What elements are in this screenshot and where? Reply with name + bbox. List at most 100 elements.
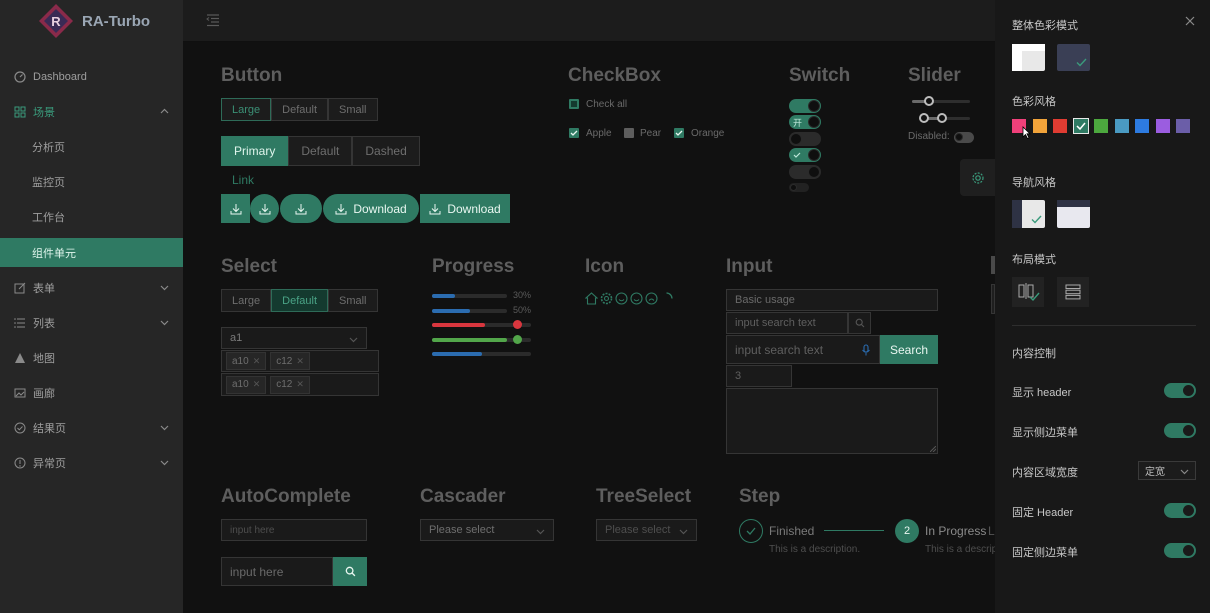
color-swatch[interactable] [1135, 119, 1149, 133]
layout-top-option[interactable] [1057, 277, 1089, 307]
select-size-default[interactable]: Default [271, 289, 328, 312]
autocomplete-search-input[interactable]: input here [221, 557, 333, 586]
check-icon [570, 130, 578, 136]
size-default-button[interactable]: Default [271, 98, 328, 121]
treeselect-select[interactable]: Please select [596, 519, 697, 541]
fixed-sidebar-toggle[interactable] [1164, 543, 1196, 558]
size-large-button[interactable]: Large [221, 98, 272, 121]
section-title-select: Select [221, 256, 277, 277]
step-next-clip: L [988, 524, 995, 538]
download-round-text-button[interactable]: Download [323, 194, 419, 223]
color-swatch[interactable] [1155, 119, 1170, 133]
layout-side-option[interactable] [1012, 277, 1044, 307]
select-tag[interactable]: c12 ✕ [270, 375, 310, 394]
menu-item-components[interactable]: 组件单元 [0, 238, 183, 267]
menu-label: 表单 [33, 283, 55, 295]
menu-item-workplace[interactable]: 工作台 [0, 202, 183, 232]
theme-dark-option[interactable] [1057, 44, 1090, 71]
orange-checkbox[interactable] [674, 128, 684, 138]
nav-top-option[interactable] [1057, 200, 1090, 228]
size-small-button[interactable]: Small [328, 98, 378, 121]
cascader-select[interactable]: Please select [420, 519, 554, 541]
cascader-placeholder: Please select [429, 524, 495, 536]
resize-handle-icon[interactable] [930, 446, 936, 452]
switch-text-on[interactable]: 开 [789, 115, 821, 129]
switch-small[interactable] [789, 183, 809, 192]
color-swatch[interactable] [1032, 119, 1047, 133]
color-swatch[interactable] [1094, 119, 1108, 133]
step-progress-number: 2 [895, 519, 919, 543]
theme-light-option[interactable] [1012, 44, 1045, 71]
search-input[interactable]: input search text [726, 312, 848, 334]
switch-on[interactable] [789, 99, 821, 113]
pear-checkbox[interactable] [624, 128, 634, 138]
nav-side-option[interactable] [1012, 200, 1045, 228]
select-size-group: Large Default Small [221, 289, 378, 312]
search-button[interactable]: Search [880, 335, 938, 364]
color-swatch[interactable] [1114, 119, 1129, 133]
settings-toggle-button[interactable] [960, 159, 995, 196]
textarea-input[interactable] [726, 388, 938, 454]
color-swatch[interactable] [1176, 119, 1190, 133]
button-type-group: Primary Default Dashed [221, 136, 420, 166]
menu-label: 结果页 [33, 423, 66, 435]
menu-item-exception[interactable]: 异常页 [0, 448, 183, 478]
audio-icon[interactable] [861, 344, 871, 356]
menu-fold-icon[interactable] [206, 13, 220, 27]
menu-item-map[interactable]: 地图 [0, 343, 183, 373]
menu-item-monitor[interactable]: 监控页 [0, 167, 183, 197]
multi-select-2[interactable]: a10 ✕ c12 ✕ [221, 373, 379, 396]
apple-checkbox[interactable] [569, 128, 579, 138]
home-icon [585, 292, 598, 305]
menu-item-dashboard[interactable]: Dashboard [0, 62, 183, 92]
select-tag[interactable]: a10 ✕ [226, 352, 267, 370]
layout-mode-title: 布局模式 [1012, 254, 1056, 266]
switch-loading[interactable] [789, 165, 821, 179]
select-size-small[interactable]: Small [328, 289, 378, 312]
menu-label: 场景 [33, 107, 55, 119]
download-icon-button[interactable] [221, 194, 250, 223]
range-slider-handle-end[interactable] [937, 113, 947, 123]
switch-icon-on[interactable] [789, 148, 821, 162]
range-slider-track[interactable] [919, 113, 970, 123]
range-slider-handle-start[interactable] [919, 113, 929, 123]
section-title-treeselect: TreeSelect [596, 486, 692, 507]
autocomplete-input[interactable]: input here [221, 519, 367, 541]
menu-item-analysis[interactable]: 分析页 [0, 132, 183, 162]
single-select[interactable]: a1 [221, 327, 367, 349]
menu-item-gallery[interactable]: 画廊 [0, 378, 183, 408]
multi-select-1[interactable]: a10 ✕ c12 ✕ [221, 350, 379, 372]
download-text-button[interactable]: Download [420, 194, 510, 223]
menu-item-list[interactable]: 列表 [0, 308, 183, 338]
primary-button[interactable]: Primary [221, 136, 289, 166]
menu-item-scene[interactable]: 场景 [0, 97, 183, 127]
link-button[interactable]: Link [232, 173, 254, 187]
autocomplete-search-button[interactable] [333, 557, 367, 586]
large-search-input[interactable]: input search text [726, 335, 880, 364]
select-size-large[interactable]: Large [221, 289, 272, 312]
logo[interactable]: R RA-Turbo [38, 3, 150, 39]
fixed-header-toggle[interactable] [1164, 503, 1196, 518]
slider-track[interactable] [912, 96, 970, 106]
search-icon-button[interactable] [848, 312, 871, 334]
dashboard-icon [14, 71, 26, 83]
disabled-switch[interactable] [954, 132, 974, 143]
download-pill-button[interactable] [280, 194, 322, 223]
menu-item-result[interactable]: 结果页 [0, 413, 183, 443]
dashed-button[interactable]: Dashed [352, 136, 420, 166]
color-swatch[interactable] [1072, 118, 1089, 134]
show-sidebar-toggle[interactable] [1164, 423, 1196, 438]
select-tag[interactable]: a10 ✕ [226, 375, 267, 394]
switch-off[interactable] [789, 132, 821, 146]
basic-input[interactable]: Basic usage [726, 289, 938, 311]
default-button[interactable]: Default [288, 136, 353, 166]
color-swatch[interactable] [1053, 119, 1067, 133]
menu-item-form[interactable]: 表单 [0, 273, 183, 303]
close-icon[interactable] [1185, 16, 1195, 26]
show-header-toggle[interactable] [1164, 383, 1196, 398]
select-tag[interactable]: c12 ✕ [270, 352, 310, 370]
number-input[interactable]: 3 [726, 365, 792, 387]
check-all-checkbox[interactable] [569, 99, 579, 109]
download-round-button[interactable] [250, 194, 279, 223]
content-width-select[interactable]: 定宽 [1138, 461, 1196, 480]
